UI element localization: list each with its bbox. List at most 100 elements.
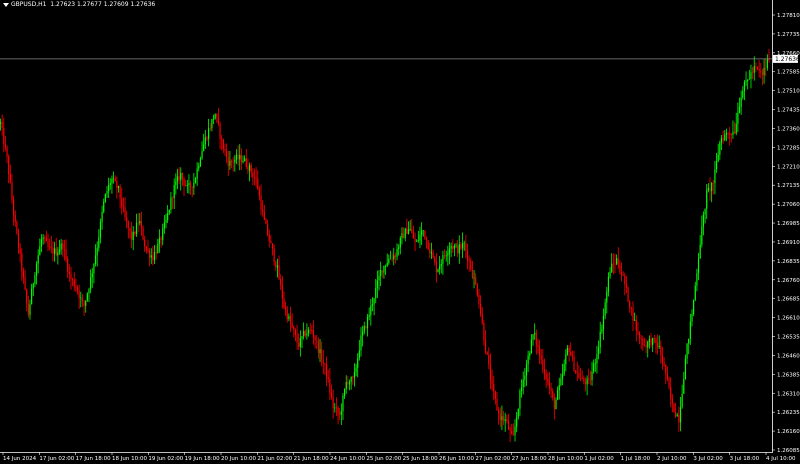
candle-body <box>191 186 193 188</box>
candle-body <box>414 238 416 242</box>
candle-body <box>540 355 542 360</box>
candle-body <box>586 378 588 385</box>
candle-body <box>679 407 682 423</box>
candle-body <box>743 81 746 92</box>
candle-body <box>460 244 462 249</box>
y-tick-label: 1.27135 <box>777 183 800 189</box>
candle-body <box>440 263 442 267</box>
candle-body <box>239 155 241 160</box>
price-chart[interactable]: 1.27636 1.27810 1.27735 1.27660 1.27585 1.27… <box>0 0 800 464</box>
y-tick-label: 1.27285 <box>777 145 800 151</box>
candle-body <box>614 263 616 265</box>
candle-body <box>502 416 505 421</box>
candle-body <box>3 128 5 145</box>
candle-body <box>27 303 29 315</box>
candle-body <box>694 285 696 300</box>
candle-body <box>58 249 61 253</box>
candle-body <box>29 304 31 315</box>
candle-body <box>209 128 211 129</box>
candle-body <box>281 285 283 299</box>
candle-body <box>409 229 411 230</box>
candle-body <box>278 265 280 280</box>
candle-body <box>712 183 714 184</box>
candle-body <box>760 70 762 73</box>
candle-body <box>399 237 401 248</box>
candle-body <box>106 191 108 194</box>
candle-body <box>208 128 210 139</box>
candle-body <box>199 158 202 166</box>
candle-body <box>86 293 88 301</box>
candle-body <box>288 316 290 320</box>
candle-body <box>130 231 133 240</box>
candle-body <box>763 67 765 75</box>
dropdown-triangle-icon[interactable] <box>3 2 9 7</box>
candle-body <box>71 279 74 280</box>
candle-body <box>70 274 72 280</box>
candle-body <box>750 72 752 79</box>
candle-body <box>198 165 200 169</box>
candle-body <box>126 217 128 222</box>
x-tick-label: 25 Jun 02:00 <box>366 456 401 462</box>
candle-body <box>532 334 534 340</box>
candle-body <box>729 134 731 135</box>
candle-body <box>55 248 57 256</box>
candle-body <box>597 347 600 355</box>
candle-body <box>332 397 334 408</box>
candle-body <box>176 176 179 182</box>
candle-body <box>652 337 654 345</box>
y-tick-label: 1.26760 <box>777 278 800 284</box>
candle-body <box>699 244 701 259</box>
candle-body <box>393 255 395 260</box>
candle-body <box>137 222 139 224</box>
y-tick-label: 1.27210 <box>777 164 800 170</box>
candle-body <box>378 275 380 281</box>
candle-body <box>8 156 10 175</box>
candle-body <box>473 277 475 279</box>
candle-body <box>622 275 624 276</box>
candle-body <box>370 305 372 315</box>
candle-body <box>404 228 406 239</box>
candle-body <box>745 81 747 82</box>
candle-body <box>714 169 716 184</box>
x-tick-label: 26 Jun 10:00 <box>439 456 474 462</box>
candle-body <box>127 221 129 229</box>
candle-body <box>44 237 46 239</box>
candle-body <box>50 247 52 248</box>
candle-body <box>733 131 736 134</box>
candle-body <box>188 183 190 185</box>
candle-body <box>504 419 506 421</box>
candle-body <box>670 387 672 399</box>
candle-body <box>375 287 377 299</box>
candle-body <box>155 252 157 254</box>
candle-body <box>499 413 501 421</box>
candle-body <box>108 184 110 192</box>
x-tick-label: 24 Jun 10:00 <box>330 456 365 462</box>
candle-body <box>437 269 439 273</box>
candle-body <box>398 247 400 249</box>
candle-body <box>730 134 732 136</box>
candle-body <box>19 248 21 254</box>
candle-body <box>758 68 760 71</box>
candle-body <box>493 384 495 392</box>
candle-body <box>132 232 134 240</box>
candle-body <box>530 339 533 354</box>
candle-body <box>630 307 632 309</box>
candle-body <box>16 221 18 234</box>
candle-body <box>524 375 526 380</box>
candle-body <box>39 246 41 256</box>
candle-body <box>26 289 28 304</box>
x-tick-label: 17 Jun 18:00 <box>76 456 111 462</box>
candle-body <box>560 378 562 386</box>
candle-body <box>655 338 657 343</box>
candle-body <box>589 379 591 380</box>
candle-body <box>262 209 264 212</box>
candle-body <box>542 359 544 370</box>
candle-body <box>276 265 279 268</box>
candle-body <box>99 221 102 238</box>
candle-body <box>547 379 549 382</box>
candle-body <box>250 165 252 173</box>
candle-body <box>270 240 272 244</box>
candle-body <box>357 357 359 368</box>
candle-body <box>611 263 613 273</box>
candle-body <box>222 139 224 150</box>
